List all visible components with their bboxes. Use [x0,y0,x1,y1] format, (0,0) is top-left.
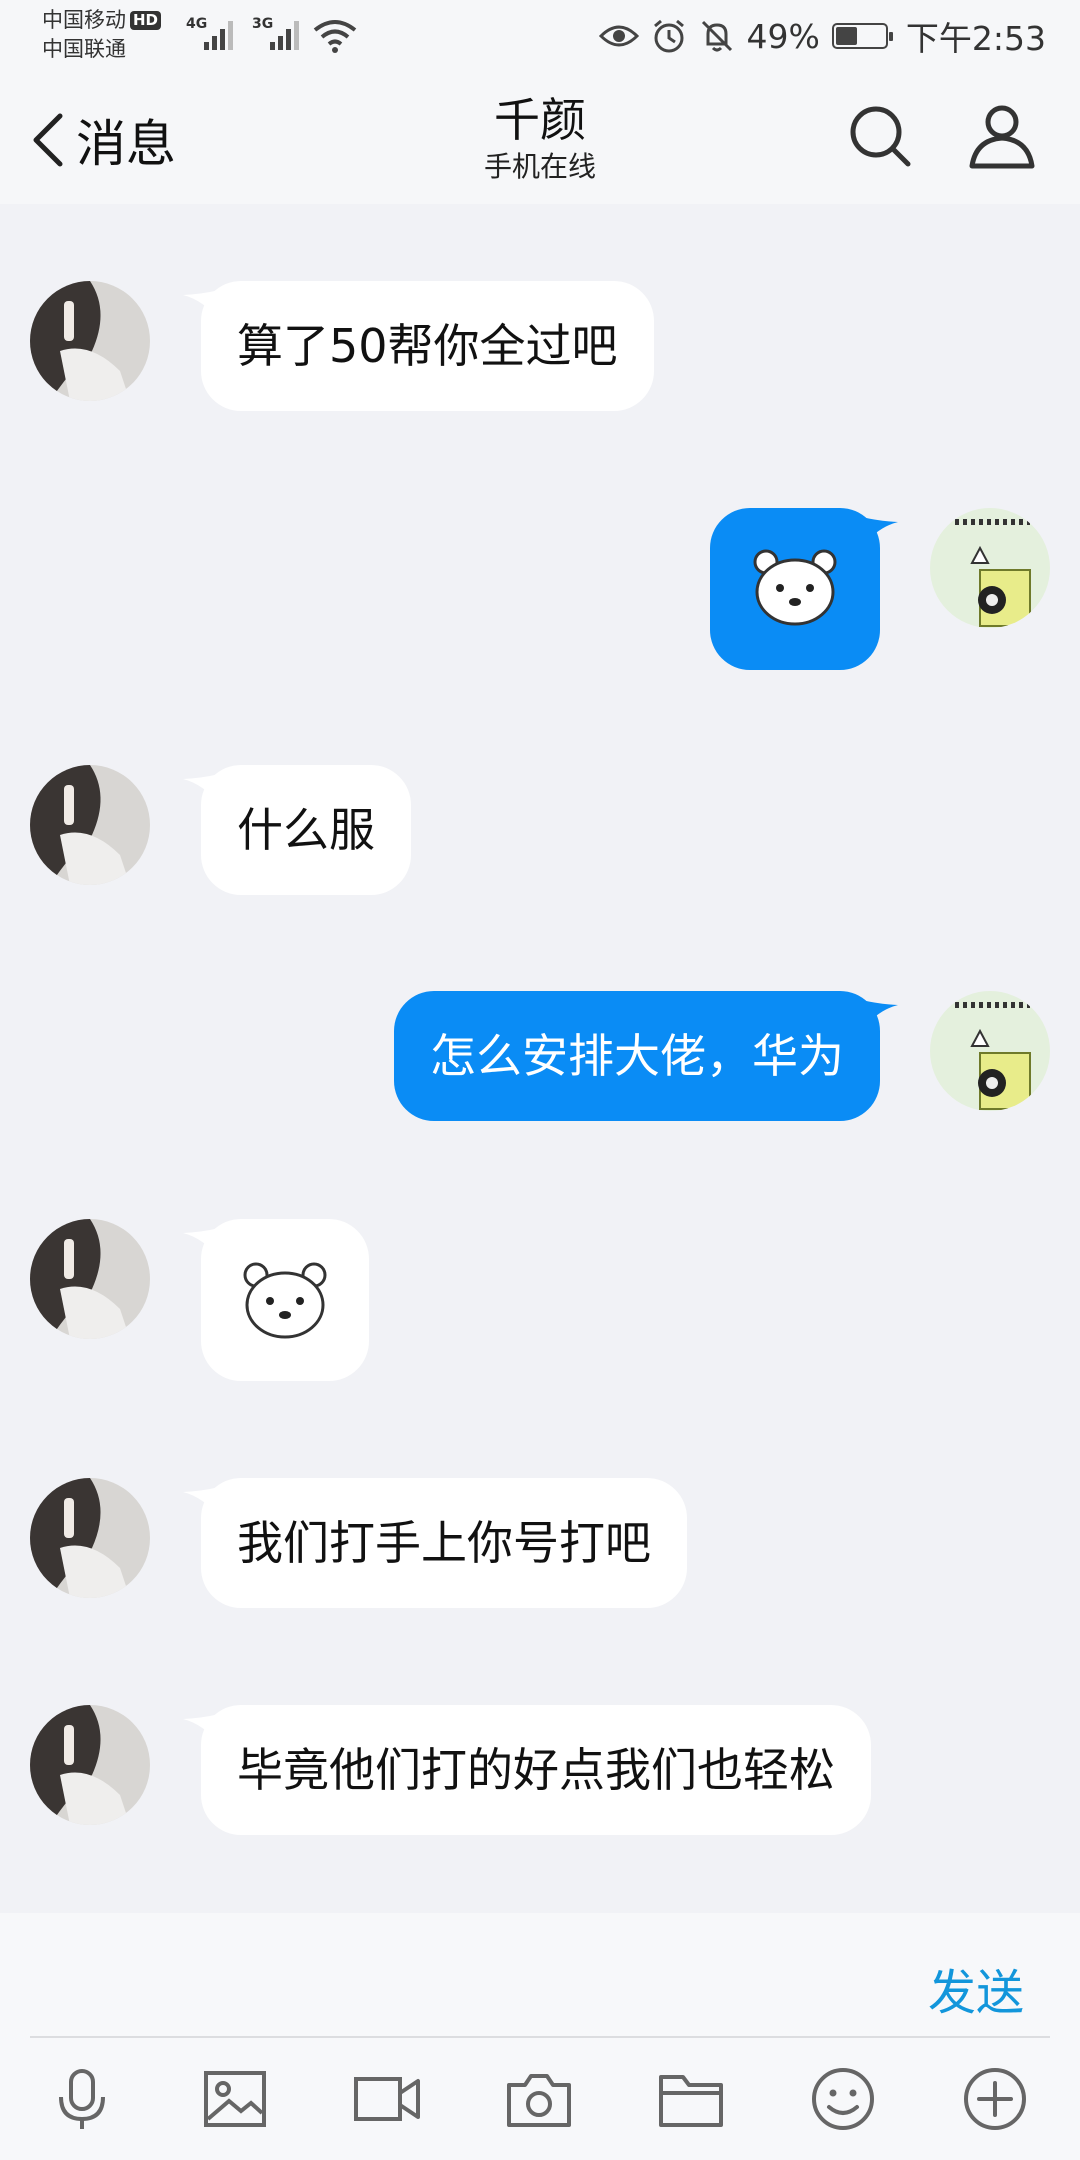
wifi-icon [313,20,357,53]
sticker-bubble[interactable] [710,508,880,670]
carrier-2: 中国联通 [42,37,126,61]
message-bubble[interactable]: 我们打手上你号打吧 [201,1478,687,1608]
contact-status: 手机在线 [483,150,596,183]
image-icon[interactable] [199,2063,271,2135]
my-avatar[interactable] [930,991,1050,1111]
plus-icon[interactable] [959,2063,1031,2135]
contact-avatar[interactable] [30,1219,150,1339]
message-bubble[interactable]: 算了50帮你全过吧 [201,281,654,411]
message-text: 毕竟他们打的好点我们也轻松 [237,1743,835,1797]
hd-badge: HD [130,11,162,30]
video-icon[interactable] [351,2063,423,2135]
folder-icon[interactable] [655,2063,727,2135]
battery-icon [831,23,893,49]
chat-header: 消息 千颜 手机在线 [0,76,1080,204]
search-icon[interactable] [844,100,916,172]
message-input[interactable] [30,1933,870,2023]
status-right: 49% 下午2:53 [598,14,1046,58]
contact-name: 千颜 [494,93,586,147]
message-bubble[interactable]: 怎么安排大佬，华为 [394,991,880,1121]
camera-icon[interactable] [503,2063,575,2135]
message-text: 算了50帮你全过吧 [237,319,618,373]
alarm-icon [653,19,684,53]
polar-bear-sticker-icon [243,1262,327,1339]
polar-bear-sticker-icon [753,549,837,626]
title-block: 千颜 手机在线 [0,92,1080,186]
divider [30,2036,1050,2038]
message-text: 我们打手上你号打吧 [237,1516,651,1570]
carrier-info: 中国移动 HD 中国联通 [42,6,162,64]
status-time: 下午2:53 [905,19,1046,58]
emoji-icon[interactable] [807,2063,879,2135]
message-bubble[interactable]: 什么服 [201,765,411,895]
contact-avatar[interactable] [30,1705,150,1825]
mute-icon [701,20,732,52]
send-button[interactable]: 发送 [928,1953,1024,2023]
message-text: 什么服 [237,803,375,857]
eye-icon [598,25,639,47]
chat-screen: 中国移动 HD 中国联通 4G 3G 49% 下午2:53 消息 千颜 手机在线… [0,0,1080,2160]
status-bar: 中国移动 HD 中国联通 4G 3G 49% 下午2:53 [0,0,1080,76]
battery-percent: 49% [746,16,820,56]
message-text: 怎么安排大佬，华为 [430,1029,844,1083]
input-area: 发送 [0,1913,1080,2160]
message-bubble[interactable]: 毕竟他们打的好点我们也轻松 [201,1705,871,1835]
contact-avatar[interactable] [30,765,150,885]
my-avatar[interactable] [930,508,1050,628]
battery-fill [835,27,858,45]
contact-avatar[interactable] [30,281,150,401]
carrier-1: 中国移动 [42,8,126,32]
profile-icon[interactable] [966,100,1038,172]
contact-avatar[interactable] [30,1478,150,1598]
microphone-icon[interactable] [46,2063,118,2135]
sticker-bubble[interactable] [201,1219,369,1381]
